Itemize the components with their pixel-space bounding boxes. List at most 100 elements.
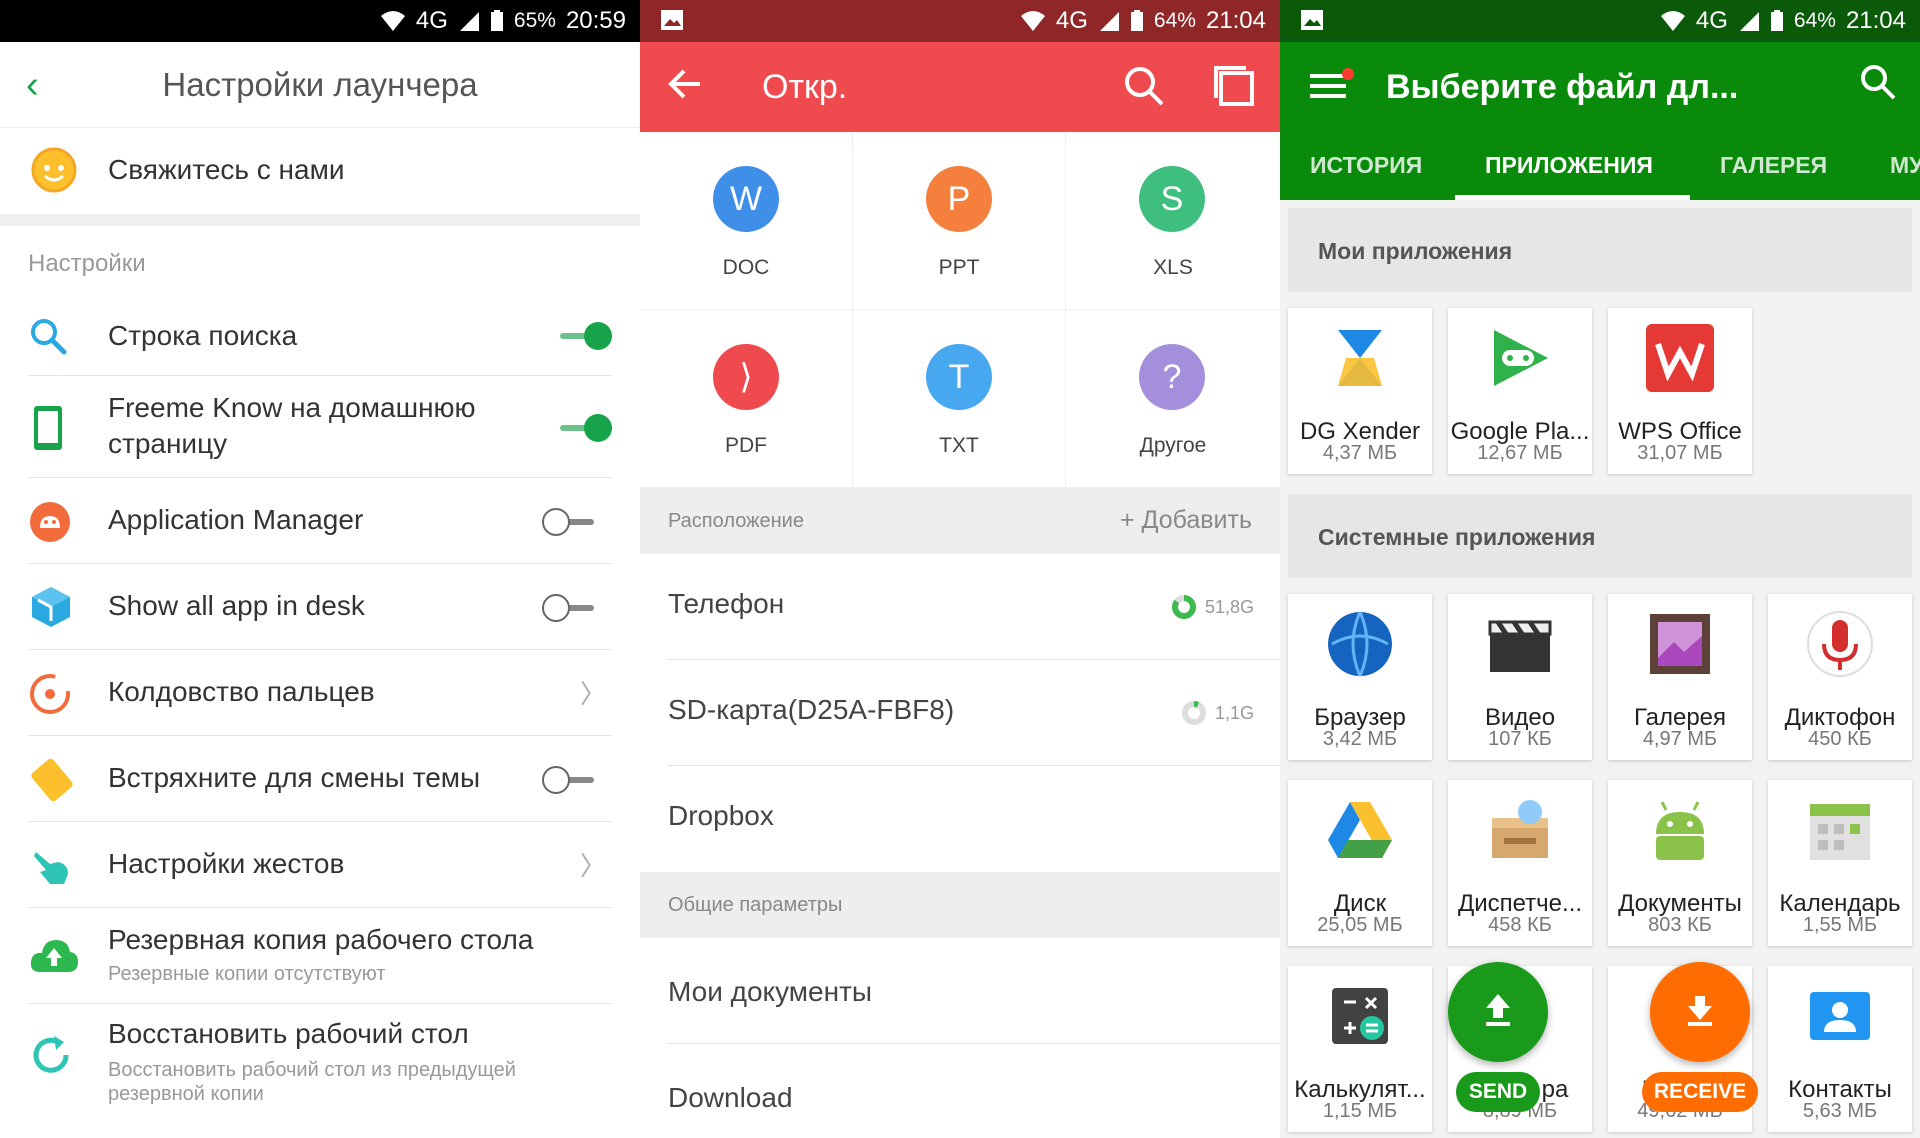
setting-label: Восстановить рабочий стол (108, 1018, 469, 1049)
tab-music[interactable]: МУ (1890, 152, 1920, 179)
setting-shake-theme[interactable]: Встряхните для смены темы (28, 736, 612, 822)
setting-freeme-know[interactable]: Freeme Know на домашнюю страницу (28, 376, 612, 478)
app-card-recorder[interactable]: Диктофон 450 КБ (1768, 594, 1912, 760)
clapperboard-icon (1488, 620, 1552, 672)
signal-icon (459, 12, 479, 31)
setting-label: Freeme Know на домашнюю (108, 392, 476, 423)
setting-backup-desktop[interactable]: Резервная копия рабочего стола Резервные… (28, 908, 612, 1004)
wifi-icon (380, 11, 405, 31)
tab-apps[interactable]: ПРИЛОЖЕНИЯ (1485, 152, 1653, 179)
network-type: 4G (1695, 7, 1728, 34)
file-type-pdf[interactable]: ⟩ PDF (640, 310, 853, 488)
setting-label: Встряхните для смены темы (108, 762, 481, 793)
location-phone[interactable]: Телефон 51,8G (668, 554, 1280, 660)
signal-icon (1739, 12, 1759, 31)
send-fab[interactable] (1448, 962, 1548, 1062)
my-apps-header: Мои приложения (1288, 208, 1912, 292)
android-icon (30, 502, 70, 542)
app-card-video[interactable]: Видео 107 КБ (1448, 594, 1592, 760)
file-type-label: PPT (938, 256, 980, 279)
network-type: 4G (415, 7, 448, 34)
storage-size: 1,1G (1214, 702, 1254, 723)
toolbar-title: Откр. (762, 68, 848, 106)
setting-label: Резервная копия рабочего стола (108, 924, 534, 955)
setting-label: Настройки жестов (108, 848, 345, 879)
setting-application-manager[interactable]: Application Manager (28, 478, 612, 564)
file-type-other[interactable]: ? Другое (1066, 310, 1280, 488)
search-icon (31, 319, 67, 355)
image-notification-icon (661, 10, 683, 30)
calculator-icon (1332, 988, 1388, 1044)
location-sd-card[interactable]: SD-карта(D25A-FBF8) 1,1G (668, 660, 1280, 766)
cloud-upload-icon (30, 940, 78, 972)
tab-history[interactable]: ИСТОРИЯ (1310, 152, 1422, 179)
contact-us-row[interactable]: Свяжитесь с нами (0, 128, 640, 214)
file-type-label: TXT (939, 434, 979, 457)
status-bar: 4G 65% 20:59 (0, 0, 640, 42)
storage-ring-icon (1171, 595, 1196, 619)
app-card-drive[interactable]: Диск 25,05 МБ (1288, 780, 1432, 946)
file-type-txt[interactable]: T TXT (853, 310, 1066, 488)
show-all-app-toggle[interactable] (542, 592, 598, 624)
clock: 20:59 (565, 7, 626, 34)
search-icon[interactable] (1122, 64, 1166, 108)
location-label: SD-карта(D25A-FBF8) (668, 694, 955, 725)
box-icon (1492, 800, 1548, 858)
file-type-label: Другое (1139, 434, 1207, 457)
restore-icon (33, 1036, 69, 1073)
app-card-xender[interactable]: DG Xender 4,37 МБ (1288, 308, 1432, 474)
setting-gestures[interactable]: Настройки жестов 〉 (28, 822, 612, 908)
setting-search-bar[interactable]: Строка поиска (28, 296, 612, 376)
clock: 21:04 (1845, 7, 1906, 34)
storage-info: 51,8G (1171, 594, 1254, 620)
app-card-calendar[interactable]: Календарь 1,55 МБ (1768, 780, 1912, 946)
cube-icon (32, 587, 70, 627)
folder-download[interactable]: Download (668, 1044, 1280, 1138)
app-size: 4,37 МБ (1322, 442, 1398, 464)
add-location-button[interactable]: + Добавить (1120, 506, 1252, 535)
setting-restore-desktop[interactable]: Восстановить рабочий стол Восстановить р… (28, 1004, 612, 1114)
freeme-know-toggle[interactable] (556, 412, 612, 444)
file-type-ppt[interactable]: P PPT (853, 132, 1066, 310)
google-play-games-icon (1494, 330, 1548, 386)
google-drive-icon (1328, 802, 1392, 858)
app-size: 3,42 МБ (1322, 728, 1398, 750)
app-card-wps[interactable]: WPS Office 31,07 МБ (1608, 308, 1752, 474)
setting-finger-magic[interactable]: Колдовство пальцев 〉 (28, 650, 612, 736)
receive-fab[interactable] (1650, 962, 1750, 1062)
app-card-google-play[interactable]: Google Pla... 12,67 МБ (1448, 308, 1592, 474)
android-icon (1656, 801, 1704, 860)
section-label: Системные приложения (1318, 524, 1596, 550)
file-type-grid: W DOC P PPT S XLS ⟩ PDF T TXT ? Другое (640, 132, 1280, 488)
xender-icon (1338, 330, 1382, 386)
application-manager-toggle[interactable] (542, 506, 598, 538)
file-type-xls[interactable]: S XLS (1066, 132, 1280, 310)
app-card-contacts[interactable]: Контакты 5,63 МБ (1768, 966, 1912, 1132)
network-type: 4G (1055, 7, 1088, 34)
location-dropbox[interactable]: Dropbox (668, 766, 1280, 872)
folder-label: Мои документы (668, 976, 873, 1007)
search-icon[interactable] (1858, 62, 1898, 102)
receive-label[interactable]: RECEIVE (1642, 1072, 1758, 1112)
phone-icon (34, 406, 62, 450)
app-card-gallery[interactable]: Галерея 4,97 МБ (1608, 594, 1752, 760)
battery-icon (1770, 10, 1783, 31)
file-type-doc[interactable]: W DOC (640, 132, 853, 310)
battery-icon (490, 10, 503, 31)
search-bar-toggle[interactable] (556, 320, 612, 352)
storage-info: 1,1G (1181, 700, 1254, 726)
setting-show-all-app[interactable]: Show all app in desk (28, 564, 612, 650)
send-label[interactable]: SEND (1456, 1072, 1540, 1112)
menu-icon[interactable] (1310, 68, 1354, 104)
windows-icon[interactable] (1212, 64, 1256, 108)
app-size: 458 КБ (1488, 914, 1552, 936)
app-card-documents[interactable]: Документы 803 КБ (1608, 780, 1752, 946)
shake-theme-toggle[interactable] (542, 764, 598, 796)
app-card-file-manager[interactable]: Диспетче... 458 КБ (1448, 780, 1592, 946)
app-card-browser[interactable]: Браузер 3,42 МБ (1288, 594, 1432, 760)
arrow-back-icon[interactable] (664, 62, 708, 106)
setting-label-line2: страницу (108, 428, 228, 459)
tab-gallery[interactable]: ГАЛЕРЕЯ (1720, 152, 1827, 179)
folder-my-documents[interactable]: Мои документы (668, 938, 1280, 1044)
app-card-calculator[interactable]: Калькулят... 1,15 МБ (1288, 966, 1432, 1132)
